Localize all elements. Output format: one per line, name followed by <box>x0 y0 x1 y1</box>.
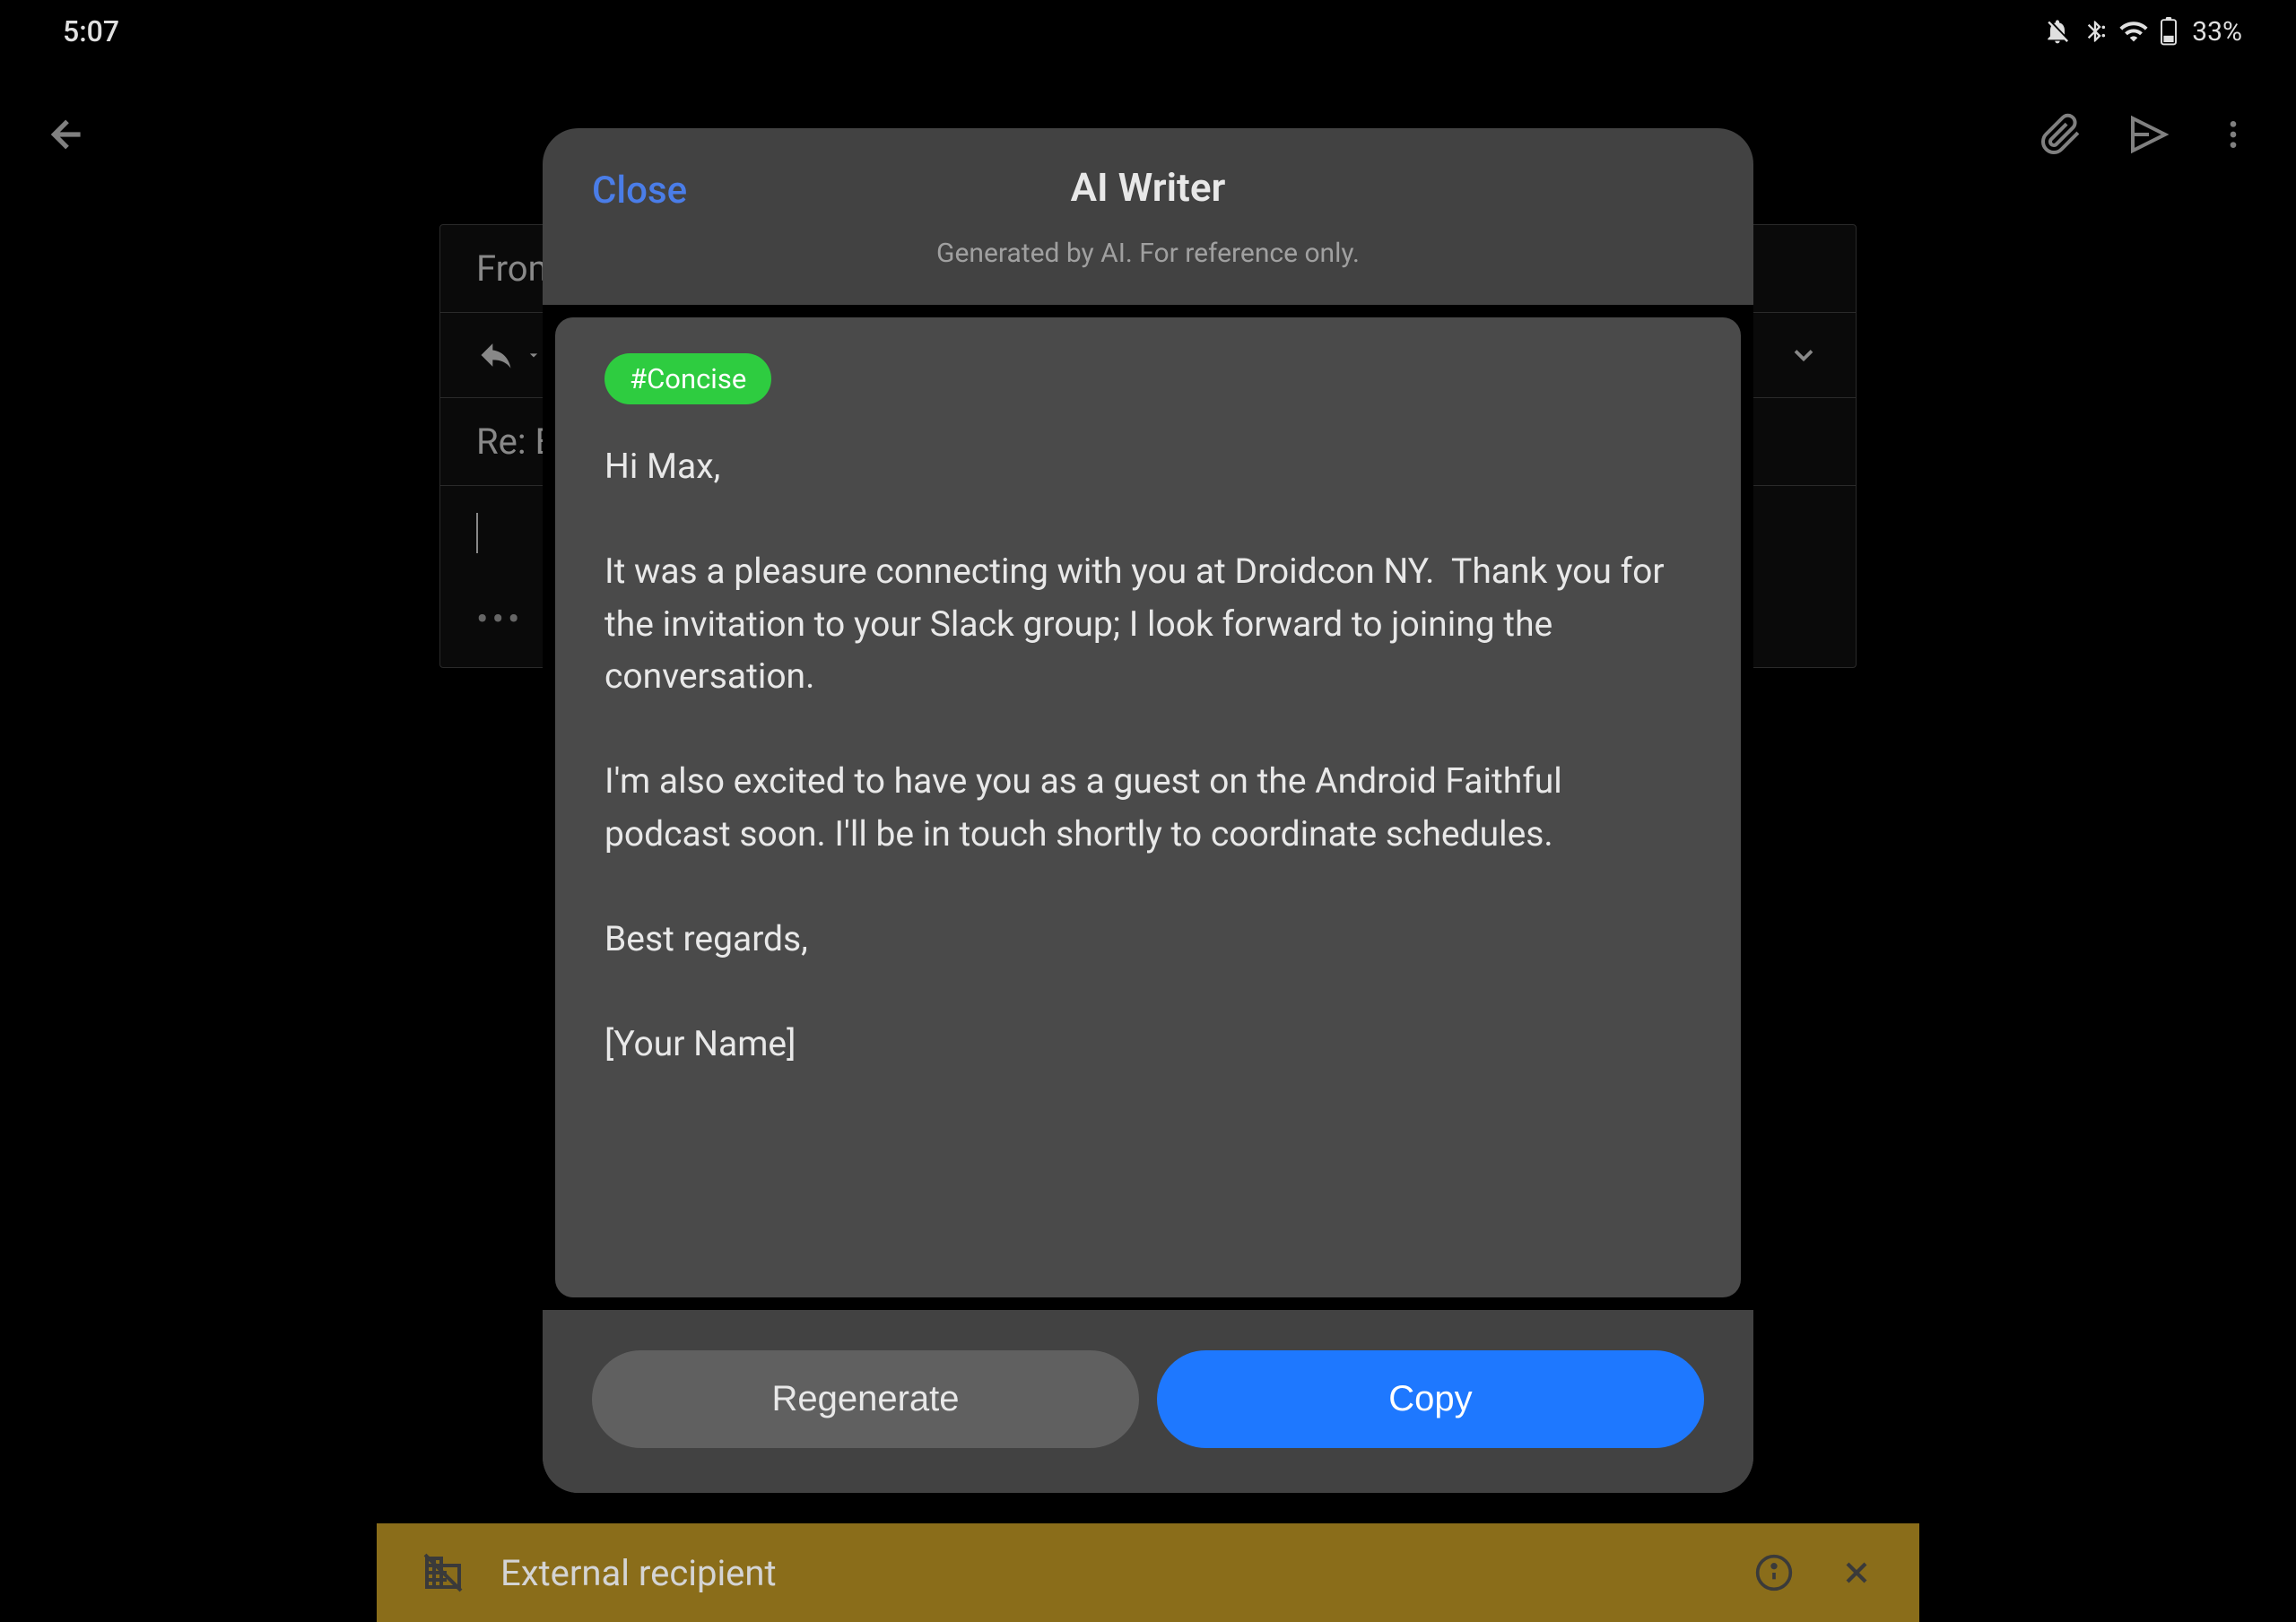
close-banner-icon[interactable] <box>1839 1555 1874 1591</box>
status-icons <box>2043 16 2178 47</box>
battery-percentage: 33% <box>2192 16 2242 48</box>
more-options-button[interactable] <box>2215 117 2251 152</box>
back-button[interactable] <box>45 112 90 157</box>
modal-actions: Regenerate Copy <box>543 1310 1753 1493</box>
modal-subtitle: Generated by AI. For reference only. <box>592 238 1704 269</box>
close-button[interactable]: Close <box>592 169 687 213</box>
wifi-icon <box>2118 16 2149 47</box>
bluetooth-icon <box>2083 19 2108 44</box>
battery-icon <box>2160 17 2178 46</box>
modal-header: Close AI Writer Generated by AI. For ref… <box>543 128 1753 287</box>
style-tag: #Concise <box>604 353 771 404</box>
banner-text: External recipient <box>500 1552 777 1594</box>
info-icon[interactable] <box>1754 1553 1794 1592</box>
chevron-down-icon[interactable] <box>1787 339 1820 371</box>
status-right: 33% <box>2043 16 2242 48</box>
dropdown-caret-icon <box>525 346 543 364</box>
generated-text: Hi Max, It was a pleasure connecting wit… <box>604 440 1692 1070</box>
notification-muted-icon <box>2043 17 2072 46</box>
status-time: 5:07 <box>63 14 119 48</box>
text-cursor <box>476 513 478 553</box>
modal-content: #Concise Hi Max, It was a pleasure conne… <box>555 317 1741 1297</box>
external-warning-icon <box>422 1551 465 1594</box>
modal-content-wrapper: #Concise Hi Max, It was a pleasure conne… <box>543 305 1753 1310</box>
reply-icon <box>476 335 516 375</box>
regenerate-button[interactable]: Regenerate <box>592 1350 1139 1448</box>
external-recipient-banner: External recipient <box>377 1523 1919 1622</box>
modal-title: AI Writer <box>592 164 1704 211</box>
attachment-button[interactable] <box>2039 113 2083 156</box>
send-button[interactable] <box>2127 113 2170 156</box>
copy-button[interactable]: Copy <box>1157 1350 1704 1448</box>
ai-writer-modal: Close AI Writer Generated by AI. For ref… <box>543 128 1753 1493</box>
status-bar: 5:07 33% <box>0 0 2296 63</box>
reply-type-selector[interactable] <box>476 335 543 375</box>
